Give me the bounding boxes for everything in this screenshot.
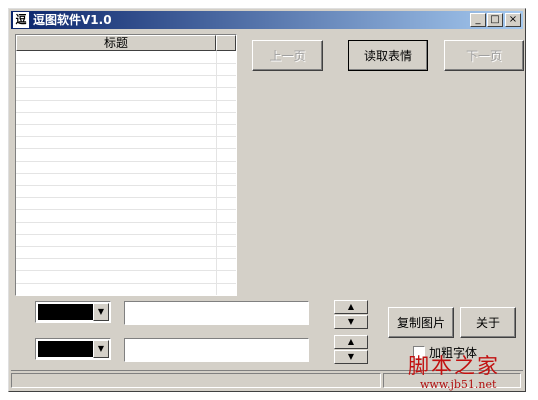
spin-up-button-1[interactable]: ▲: [334, 300, 368, 314]
spin-up-button-2[interactable]: ▲: [334, 335, 368, 349]
list-item[interactable]: [16, 185, 236, 199]
list-item[interactable]: [16, 63, 236, 77]
list-item[interactable]: [16, 210, 236, 223]
watermark-brand: 脚本之家: [408, 354, 500, 378]
spin-down-button-2[interactable]: ▼: [334, 350, 368, 364]
list-item[interactable]: [16, 258, 236, 272]
chevron-down-icon[interactable]: ▼: [93, 340, 109, 358]
title-list[interactable]: 标题: [15, 34, 237, 296]
title-bar[interactable]: 逗 逗图软件V1.0 _ □ ×: [11, 11, 523, 29]
list-item[interactable]: [16, 246, 236, 260]
list-item[interactable]: [16, 271, 236, 284]
minimize-button[interactable]: _: [470, 13, 486, 27]
list-item[interactable]: [16, 283, 236, 295]
chevron-down-icon[interactable]: ▼: [93, 303, 109, 321]
text-input-1[interactable]: [124, 301, 309, 325]
list-item[interactable]: [16, 124, 236, 138]
copy-image-button[interactable]: 复制图片: [388, 307, 454, 338]
list-header-extra[interactable]: [216, 35, 236, 51]
maximize-button[interactable]: □: [487, 13, 503, 27]
list-header-title[interactable]: 标题: [16, 35, 216, 51]
color-swatch: [38, 304, 93, 320]
list-item[interactable]: [16, 149, 236, 162]
list-item[interactable]: [16, 75, 236, 89]
watermark-url: www.jb51.net: [420, 378, 497, 391]
color-picker-2[interactable]: ▼: [35, 338, 111, 360]
list-item[interactable]: [16, 51, 236, 64]
about-button[interactable]: 关于: [460, 307, 516, 338]
list-item[interactable]: [16, 136, 236, 150]
app-icon: 逗: [13, 12, 29, 28]
read-emoticons-button[interactable]: 读取表情: [348, 40, 428, 71]
column-separator: [216, 51, 217, 295]
list-item[interactable]: [16, 222, 236, 235]
list-item[interactable]: [16, 161, 236, 174]
close-button[interactable]: ×: [505, 13, 521, 27]
list-item[interactable]: [16, 88, 236, 101]
list-item[interactable]: [16, 100, 236, 113]
next-page-button[interactable]: 下一页: [444, 40, 524, 71]
color-picker-1[interactable]: ▼: [35, 301, 111, 323]
color-swatch: [38, 341, 93, 357]
list-item[interactable]: [16, 112, 236, 125]
status-pane-1: [11, 373, 381, 388]
list-item[interactable]: [16, 197, 236, 211]
prev-page-button[interactable]: 上一页: [252, 40, 323, 71]
spin-down-button-1[interactable]: ▼: [334, 315, 368, 329]
list-item[interactable]: [16, 234, 236, 247]
window-title: 逗图软件V1.0: [33, 13, 112, 27]
text-input-2[interactable]: [124, 338, 309, 362]
app-window: 逗 逗图软件V1.0 _ □ × 标题 上一页 读取表情 下一页 ▼ ▲ ▼ ▼…: [8, 8, 526, 392]
list-item[interactable]: [16, 173, 236, 186]
